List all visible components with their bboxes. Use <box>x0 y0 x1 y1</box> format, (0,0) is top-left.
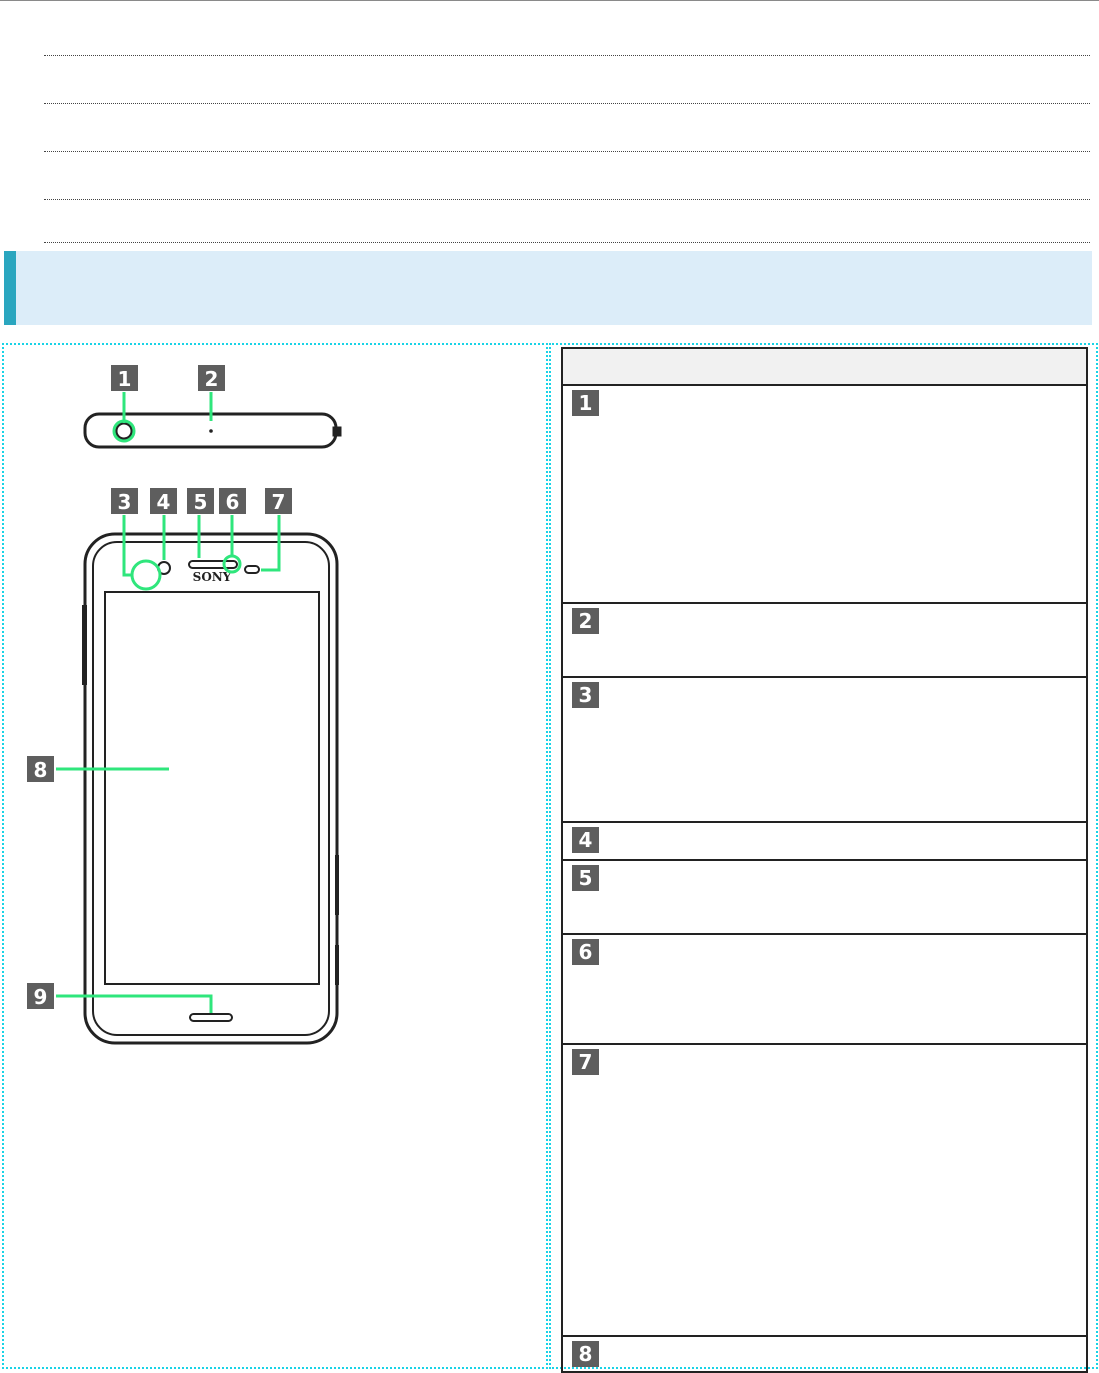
svg-text:5: 5 <box>194 490 208 514</box>
top-rule <box>0 0 1099 1</box>
parts-table: 1 2 3 4 5 6 7 8 <box>561 347 1088 1373</box>
table-header <box>561 347 1088 386</box>
table-row: 7 <box>561 1043 1088 1337</box>
svg-text:3: 3 <box>118 490 132 514</box>
section-heading <box>4 251 1092 325</box>
table-row: 8 <box>561 1335 1088 1373</box>
table-of-contents <box>44 55 1090 243</box>
row-number-badge: 1 <box>572 390 599 416</box>
phone-brand-logo: SONY <box>193 570 232 584</box>
phone-diagram: SONY 1 2 3 4 5 6 7 8 9 <box>27 365 342 1045</box>
row-number-badge: 2 <box>572 608 599 634</box>
toc-row[interactable] <box>44 200 1090 243</box>
callout-badge-2: 2 <box>198 365 225 391</box>
table-row: 1 <box>561 384 1088 604</box>
callout-badge-9: 9 <box>27 983 54 1009</box>
row-number-badge: 7 <box>572 1049 599 1075</box>
parts-table-panel: 1 2 3 4 5 6 7 8 <box>549 343 1098 1373</box>
callout-badge-8: 8 <box>27 756 54 782</box>
svg-text:2: 2 <box>205 367 219 391</box>
row-number-badge: 8 <box>572 1341 599 1367</box>
svg-text:8: 8 <box>34 758 48 782</box>
row-number-badge: 5 <box>572 865 599 891</box>
table-row: 6 <box>561 933 1088 1045</box>
phone-front <box>82 532 339 1045</box>
callout-lines <box>56 392 281 1013</box>
toc-row[interactable] <box>44 152 1090 200</box>
svg-text:7: 7 <box>272 490 286 514</box>
svg-text:4: 4 <box>157 490 171 514</box>
callout-badge-1: 1 <box>111 365 138 391</box>
table-row: 4 <box>561 821 1088 861</box>
table-row: 2 <box>561 602 1088 678</box>
row-number-badge: 6 <box>572 939 599 965</box>
svg-text:6: 6 <box>226 490 240 514</box>
callout-badge-3: 3 <box>111 488 138 514</box>
callout-badge-5: 5 <box>187 488 214 514</box>
phone-diagram-panel: SONY 1 2 3 4 5 6 7 8 9 <box>2 343 548 1369</box>
callout-badge-7: 7 <box>265 488 292 514</box>
table-row: 3 <box>561 676 1088 823</box>
table-row: 5 <box>561 859 1088 935</box>
svg-text:1: 1 <box>118 367 132 391</box>
callout-badge-4: 4 <box>150 488 177 514</box>
toc-row[interactable] <box>44 55 1090 104</box>
row-number-badge: 3 <box>572 682 599 708</box>
toc-row[interactable] <box>44 104 1090 152</box>
row-number-badge: 4 <box>572 827 599 853</box>
callout-badge-6: 6 <box>219 488 246 514</box>
svg-text:9: 9 <box>34 985 48 1009</box>
